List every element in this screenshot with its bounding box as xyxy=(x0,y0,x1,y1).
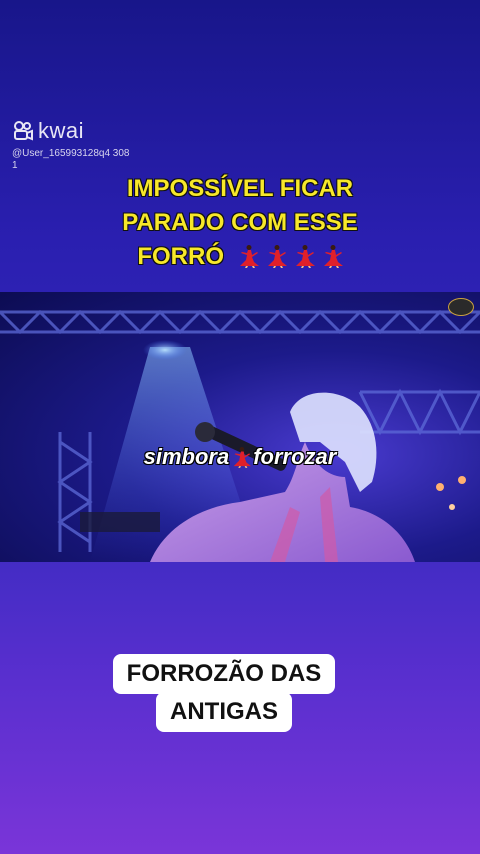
bottom-caption: FORROZÃO DAS ANTIGAS xyxy=(98,654,350,732)
subtitle-text-right: forrozar xyxy=(253,444,337,469)
video-frame[interactable]: simbora forrozar xyxy=(0,292,480,562)
dancer-emoji-icon xyxy=(237,244,259,268)
headline-line-3-text: FORRÓ xyxy=(137,243,224,270)
headline-line-3: FORRÓ xyxy=(0,240,480,274)
user-handle: @User_165993128q4 3081 xyxy=(12,148,130,171)
subtitle-text-left: simbora xyxy=(143,444,230,469)
headline-line-2: PARADO COM ESSE xyxy=(122,209,358,236)
dancer-emoji-icon xyxy=(293,244,315,268)
kwai-brand-label: kwai xyxy=(38,118,85,143)
channel-logo-icon xyxy=(448,298,474,316)
dancer-emoji-group xyxy=(231,243,343,270)
headline-line-1: IMPOSSÍVEL FICAR xyxy=(126,175,354,202)
kwai-brand: kwai xyxy=(12,118,130,144)
dancer-emoji-icon xyxy=(265,244,287,268)
dancer-emoji-icon xyxy=(321,244,343,268)
caption-line-2: ANTIGAS xyxy=(156,692,292,732)
kwai-logo-icon xyxy=(12,120,34,142)
stage-scene xyxy=(0,309,480,562)
kwai-watermark: kwai @User_165993128q4 3081 xyxy=(12,118,130,172)
video-subtitle: simbora forrozar xyxy=(0,444,480,470)
headline: IMPOSSÍVEL FICAR PARADO COM ESSE FORRÓ xyxy=(0,172,480,274)
dancer-emoji-icon xyxy=(231,446,252,468)
caption-line-1: FORROZÃO DAS xyxy=(112,654,336,694)
